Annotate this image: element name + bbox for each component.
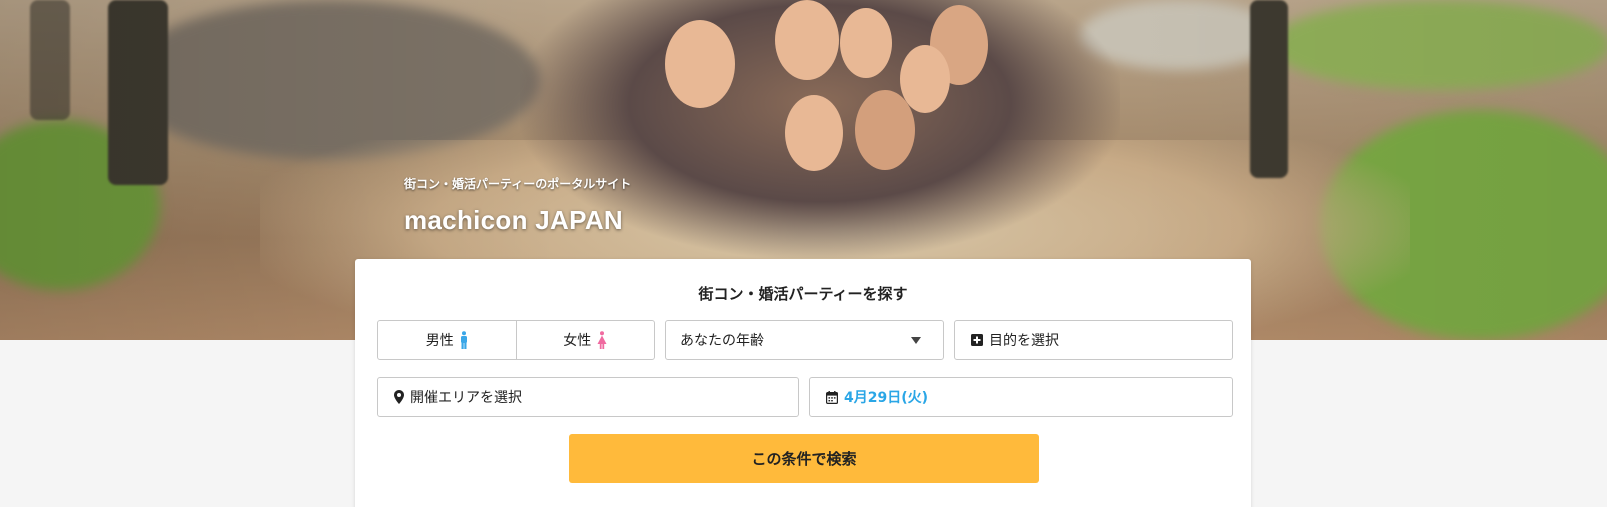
- purpose-select-label: 目的を選択: [989, 333, 1059, 349]
- site-logo-title[interactable]: machicon JAPAN: [404, 205, 623, 236]
- date-value: 4月29日(火): [844, 390, 929, 406]
- female-person-icon: [597, 331, 607, 349]
- gender-male-option[interactable]: 男性: [378, 321, 516, 359]
- gender-female-label: 女性: [563, 333, 592, 349]
- age-select[interactable]: あなたの年齢: [665, 320, 944, 360]
- area-select-label: 開催エリアを選択: [410, 390, 522, 406]
- male-person-icon: [460, 331, 467, 349]
- gender-selector: 男性 女性: [377, 320, 655, 360]
- search-submit-button[interactable]: この条件で検索: [569, 434, 1039, 483]
- map-pin-icon: [394, 390, 404, 404]
- age-select-value: あなたの年齢: [680, 333, 764, 349]
- search-heading: 街コン・婚活パーティーを探す: [698, 285, 908, 303]
- site-tagline: 街コン・婚活パーティーのポータルサイト: [404, 177, 632, 191]
- search-panel: 街コン・婚活パーティーを探す 男性 女性 あなたの年齢 目的を選択 開催エリアを…: [355, 259, 1251, 507]
- caret-down-icon: [911, 337, 921, 344]
- area-select[interactable]: 開催エリアを選択: [377, 377, 799, 417]
- purpose-select[interactable]: 目的を選択: [954, 320, 1233, 360]
- date-picker[interactable]: 4月29日(火): [809, 377, 1233, 417]
- gender-female-option[interactable]: 女性: [515, 321, 655, 359]
- gender-male-label: 男性: [425, 333, 454, 349]
- calendar-icon: [826, 390, 838, 404]
- plus-square-icon: [971, 334, 983, 346]
